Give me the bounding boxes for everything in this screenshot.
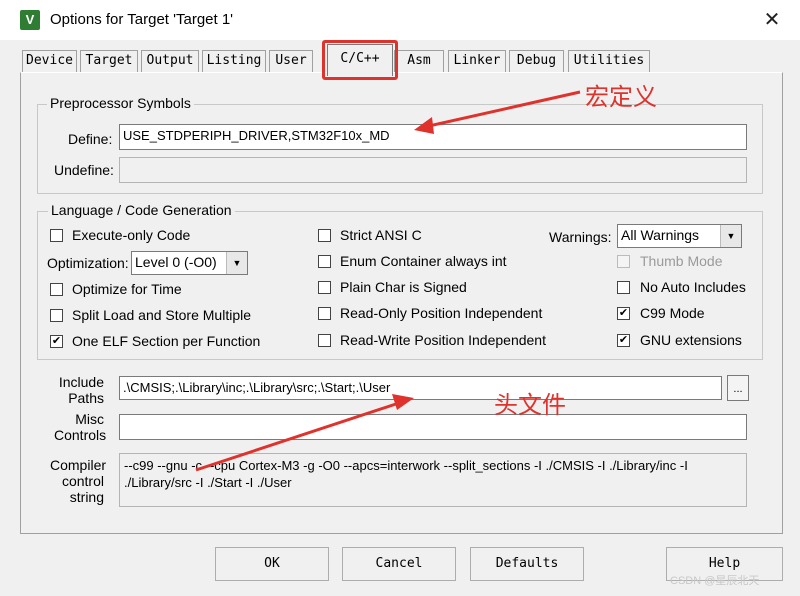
watermark: CSDN @星辰北天 (670, 575, 760, 587)
header-files-annotation: 头文件 (494, 392, 566, 419)
include-arrow (195, 398, 409, 472)
annotation-arrows (195, 90, 581, 472)
macro-definition-annotation: 宏定义 (585, 84, 657, 111)
define-arrowhead (414, 117, 434, 134)
include-arrowhead (392, 394, 414, 410)
define-arrow (419, 90, 581, 130)
